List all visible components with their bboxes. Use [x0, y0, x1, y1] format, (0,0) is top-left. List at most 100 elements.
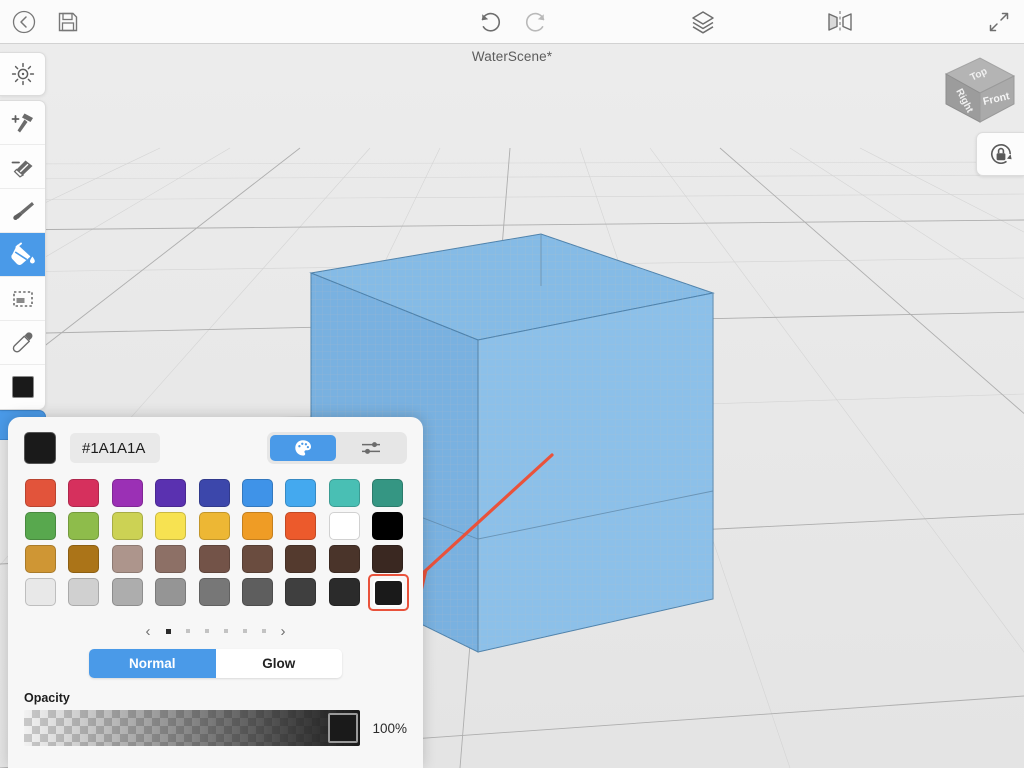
color-swatch[interactable]: [284, 578, 320, 611]
color-swatch[interactable]: [371, 479, 407, 512]
color-swatch[interactable]: [198, 512, 234, 545]
color-swatch[interactable]: [154, 578, 190, 611]
color-swatch[interactable]: [198, 578, 234, 611]
color-swatch-fill: [285, 512, 317, 540]
color-swatch[interactable]: [284, 512, 320, 545]
tool-brush[interactable]: [0, 189, 45, 233]
lock-rotation-button[interactable]: [976, 132, 1024, 176]
tool-build[interactable]: [0, 101, 45, 145]
color-swatch-fill: [111, 479, 143, 507]
tool-erase[interactable]: [0, 145, 45, 189]
color-swatch[interactable]: [241, 512, 277, 545]
color-swatch-fill: [68, 578, 100, 606]
eraser-minus-icon: [11, 160, 32, 178]
color-swatch[interactable]: [111, 512, 147, 545]
color-swatch[interactable]: [154, 512, 190, 545]
pager-dot[interactable]: [185, 629, 190, 633]
tool-rail: [0, 100, 46, 410]
color-swatch[interactable]: [328, 545, 364, 578]
color-swatch[interactable]: [241, 578, 277, 611]
brush-icon: [12, 201, 34, 220]
color-swatch[interactable]: [241, 479, 277, 512]
redo-button[interactable]: [520, 6, 552, 38]
lock-rotate-icon: [990, 144, 1012, 164]
app-root: WaterScene* Top Right Front #1A1A1A ‹ › …: [0, 0, 1024, 768]
pager-dot[interactable]: [165, 628, 171, 634]
tool-current-color[interactable]: [0, 365, 45, 409]
color-swatch-fill: [155, 545, 187, 573]
color-swatch-fill: [25, 479, 56, 507]
back-button[interactable]: [8, 6, 40, 38]
color-swatch[interactable]: [24, 512, 60, 545]
view-cube[interactable]: Top Right Front: [936, 50, 1022, 128]
top-toolbar: [0, 0, 1024, 44]
layers-button[interactable]: [687, 6, 719, 38]
color-swatch[interactable]: [24, 479, 60, 512]
color-swatch[interactable]: [198, 479, 234, 512]
color-swatch[interactable]: [67, 512, 103, 545]
color-swatch-fill: [198, 479, 230, 507]
color-swatch[interactable]: [154, 545, 190, 578]
color-swatch[interactable]: [328, 512, 364, 545]
sliders-tab[interactable]: [338, 435, 404, 461]
color-swatch-fill: [111, 512, 143, 540]
color-swatch[interactable]: [328, 479, 364, 512]
color-swatch-fill: [25, 578, 56, 606]
pager-dot[interactable]: [261, 629, 266, 633]
opacity-slider-handle[interactable]: [328, 713, 359, 743]
undo-button[interactable]: [474, 6, 506, 38]
tool-eyedropper[interactable]: [0, 321, 45, 365]
fullscreen-button[interactable]: [983, 6, 1015, 38]
color-swatch[interactable]: [328, 578, 364, 611]
color-swatch-fill: [372, 479, 403, 507]
color-swatch-fill: [198, 578, 230, 606]
color-swatch[interactable]: [241, 545, 277, 578]
color-swatch-fill: [372, 512, 403, 540]
color-swatch[interactable]: [111, 545, 147, 578]
undo-arrow-icon: [481, 12, 501, 32]
tool-select[interactable]: [0, 277, 45, 321]
color-swatch-fill: [328, 479, 360, 507]
color-swatch[interactable]: [111, 479, 147, 512]
pager-dot[interactable]: [242, 629, 247, 633]
color-swatch[interactable]: [67, 578, 103, 611]
page-title: WaterScene*: [471, 49, 553, 64]
color-swatch[interactable]: [24, 545, 60, 578]
opacity-slider[interactable]: [24, 710, 361, 746]
mirror-button[interactable]: [824, 6, 856, 38]
color-swatch-fill: [25, 512, 56, 540]
color-swatch-fill: [372, 545, 403, 573]
color-swatch[interactable]: [154, 479, 190, 512]
color-swatch-icon: [11, 376, 34, 398]
color-swatch-fill: [285, 545, 317, 573]
color-swatch[interactable]: [111, 578, 147, 611]
save-button[interactable]: [52, 6, 84, 38]
light-tool-button[interactable]: [0, 52, 46, 96]
color-swatch[interactable]: [67, 479, 103, 512]
pager-prev-button[interactable]: ‹: [146, 624, 151, 639]
color-swatch-fill: [155, 479, 187, 507]
pager-dot[interactable]: [204, 629, 209, 633]
color-swatch-fill: [373, 579, 404, 607]
color-swatch-fill: [198, 512, 230, 540]
color-swatch-fill: [111, 545, 143, 573]
color-swatch-fill: [198, 545, 230, 573]
color-swatch[interactable]: [368, 574, 409, 611]
paint-bucket-icon: [10, 242, 35, 265]
color-swatch-fill: [111, 578, 143, 606]
color-swatch[interactable]: [284, 545, 320, 578]
color-swatch-fill: [68, 545, 100, 573]
color-swatch[interactable]: [24, 578, 60, 611]
palette-tab[interactable]: [270, 435, 336, 461]
color-swatch[interactable]: [284, 479, 320, 512]
hex-input[interactable]: #1A1A1A: [70, 433, 160, 463]
color-swatch[interactable]: [371, 512, 407, 545]
tool-paint-fill[interactable]: [0, 233, 45, 277]
opacity-value: 100%: [372, 720, 407, 736]
color-swatch[interactable]: [67, 545, 103, 578]
blend-mode-normal[interactable]: Normal: [89, 649, 216, 678]
pager-dot[interactable]: [223, 629, 228, 633]
blend-mode-glow[interactable]: Glow: [215, 649, 342, 678]
color-swatch[interactable]: [198, 545, 234, 578]
pager-next-button[interactable]: ›: [281, 624, 286, 639]
